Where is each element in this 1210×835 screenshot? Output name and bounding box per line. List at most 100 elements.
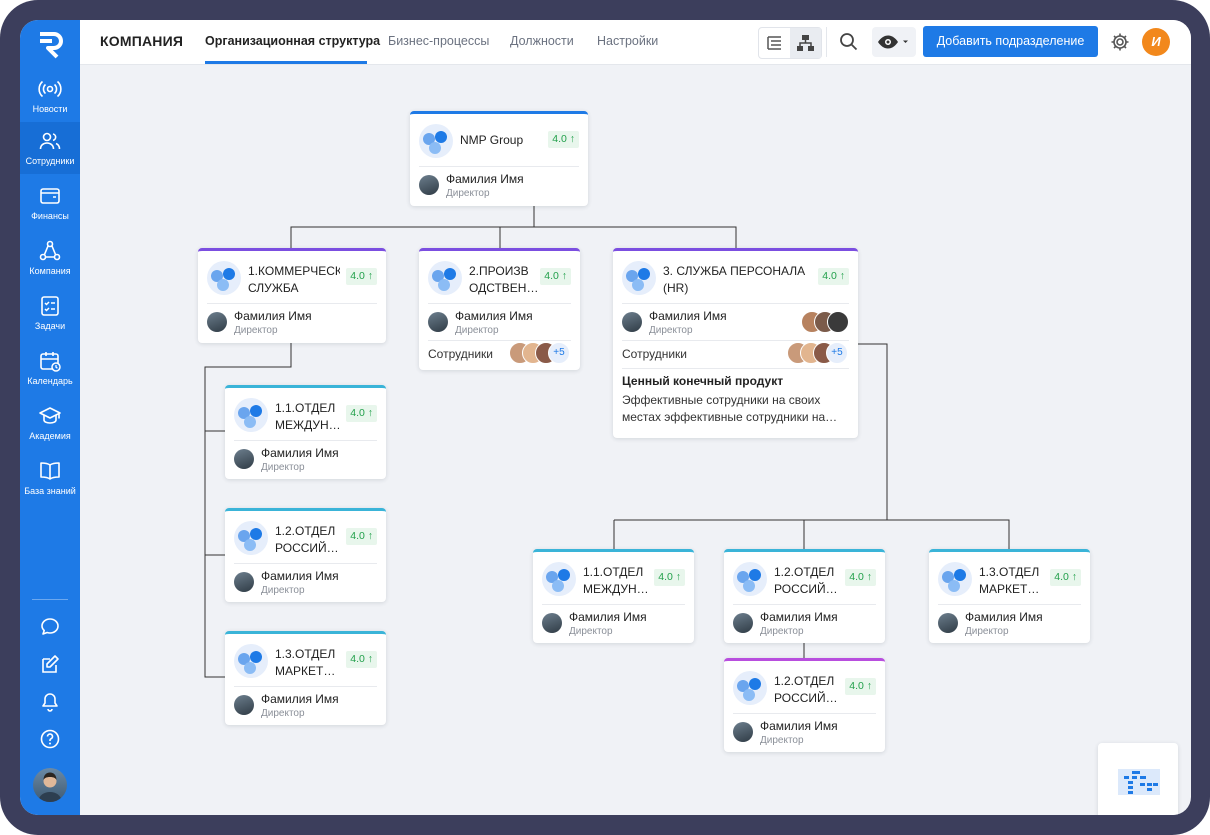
add-department-button[interactable]: Добавить подразделение <box>923 26 1098 57</box>
card-divider <box>419 166 579 167</box>
bell-icon[interactable] <box>39 691 61 713</box>
device-frame: Новости Сотрудники Финансы Компания Зада… <box>0 0 1210 835</box>
gear-icon[interactable] <box>1109 31 1131 53</box>
checklist-icon <box>41 296 59 316</box>
card-header: 1.КОММЕРЧЕСКАЯ СЛУЖБА 4.0 ↑ <box>207 259 377 299</box>
org-card-production[interactable]: 2.ПРОИЗВ ОДСТВЕН… 4.0 ↑ Фамилия Имя Дире… <box>419 248 580 370</box>
director-role: Директор <box>455 325 499 336</box>
visibility-dropdown[interactable] <box>872 27 916 57</box>
director-name: Фамилия Имя <box>965 610 1043 624</box>
rating-badge: 4.0 ↑ <box>818 268 849 285</box>
card-header: 1.2.ОТДЕЛ РОССИЙ… 4.0 ↑ <box>234 519 377 559</box>
org-card-hr-dept-1-3[interactable]: 1.3.ОТДЕЛ МАРКЕТ… 4.0 ↑ Фамилия Имя Дире… <box>929 549 1090 643</box>
director-name: Фамилия Имя <box>446 172 524 186</box>
sidebar-item-employees[interactable]: Сотрудники <box>20 122 80 174</box>
help-icon[interactable] <box>39 728 61 750</box>
sidebar: Новости Сотрудники Финансы Компания Зада… <box>20 20 80 815</box>
org-card-root[interactable]: NMP Group 4.0 ↑ Фамилия Имя Директор <box>410 111 588 206</box>
card-divider <box>622 368 849 369</box>
card-divider <box>733 713 876 714</box>
director-role: Директор <box>234 325 278 336</box>
sidebar-item-tasks[interactable]: Задачи <box>20 287 80 339</box>
director[interactable]: Фамилия Имя Директор <box>234 567 377 601</box>
org-card-hr[interactable]: 3. СЛУЖБА ПЕРСОНАЛА (HR) 4.0 ↑ Фамилия И… <box>613 248 858 438</box>
minimap[interactable] <box>1098 743 1178 815</box>
employees-avatars[interactable]: +5 <box>509 342 571 364</box>
graduation-icon <box>39 407 61 424</box>
director[interactable]: Фамилия Имя Директор <box>419 170 579 204</box>
rating-badge: 4.0 ↑ <box>845 569 876 586</box>
sidebar-item-label: Календарь <box>27 376 73 386</box>
sidebar-item-news[interactable]: Новости <box>20 70 80 122</box>
department-logo-icon <box>234 644 268 678</box>
user-initial-badge[interactable]: И <box>1142 28 1170 56</box>
tree-view-button[interactable] <box>790 28 821 58</box>
tab-org-structure[interactable]: Организационная структура <box>205 34 380 48</box>
director[interactable]: Фамилия Имя Директор <box>733 717 876 751</box>
tab-positions[interactable]: Должности <box>510 34 574 48</box>
sidebar-item-academy[interactable]: Академия <box>20 397 80 449</box>
card-divider <box>938 604 1081 605</box>
radio-icon <box>38 80 62 98</box>
org-card-hr-dept-1-2-sub[interactable]: 1.2.ОТДЕЛ РОССИЙ… 4.0 ↑ Фамилия Имя Дире… <box>724 658 885 752</box>
director[interactable]: Фамилия Имя Директор <box>542 608 685 642</box>
org-card-dept-1-2[interactable]: 1.2.ОТДЕЛ РОССИЙ… 4.0 ↑ Фамилия Имя Дире… <box>225 508 386 602</box>
director-name: Фамилия Имя <box>261 692 339 706</box>
org-card-commercial[interactable]: 1.КОММЕРЧЕСКАЯ СЛУЖБА 4.0 ↑ Фамилия Имя … <box>198 248 386 343</box>
product-description: Эффективные сотрудники на своих местах э… <box>622 393 838 424</box>
director[interactable]: Фамилия Имя Директор <box>733 608 876 642</box>
director[interactable]: Фамилия Имя Директор <box>207 307 377 341</box>
director-name: Фамилия Имя <box>649 309 727 323</box>
director-deputies-avatars[interactable] <box>801 311 849 333</box>
eye-icon <box>878 35 908 49</box>
current-user-avatar[interactable] <box>33 768 67 802</box>
org-card-dept-1-3[interactable]: 1.3.ОТДЕЛ МАРКЕТ… 4.0 ↑ Фамилия Имя Дире… <box>225 631 386 725</box>
card-divider <box>234 686 377 687</box>
department-title: 2.ПРОИЗВ ОДСТВЕН… <box>469 264 537 295</box>
chat-icon[interactable] <box>39 616 61 638</box>
sidebar-item-label: Новости <box>32 104 68 114</box>
department-logo-icon <box>542 562 576 596</box>
list-view-button[interactable] <box>759 28 790 58</box>
card-divider <box>733 604 876 605</box>
edit-icon[interactable] <box>39 653 61 675</box>
director[interactable]: Фамилия Имя Директор <box>428 307 571 341</box>
rating-badge: 4.0 ↑ <box>346 268 377 285</box>
sidebar-item-company[interactable]: Компания <box>20 232 80 284</box>
director[interactable]: Фамилия Имя Директор <box>938 608 1081 642</box>
director-name: Фамилия Имя <box>261 569 339 583</box>
card-header: 1.3.ОТДЕЛ МАРКЕТ… 4.0 ↑ <box>938 560 1081 600</box>
tab-settings[interactable]: Настройки <box>597 34 658 48</box>
director-role: Директор <box>760 626 804 637</box>
card-header: 3. СЛУЖБА ПЕРСОНАЛА (HR) 4.0 ↑ <box>622 259 849 299</box>
org-card-hr-dept-1-2[interactable]: 1.2.ОТДЕЛ РОССИЙ… 4.0 ↑ Фамилия Имя Дире… <box>724 549 885 643</box>
card-header: 1.3.ОТДЕЛ МАРКЕТ… 4.0 ↑ <box>234 642 377 682</box>
org-card-hr-dept-1-1[interactable]: 1.1.ОТДЕЛ МЕЖДУН… 4.0 ↑ Фамилия Имя Дире… <box>533 549 694 643</box>
employees-avatars[interactable]: +5 <box>787 342 849 364</box>
director-avatar <box>733 722 753 742</box>
people-icon <box>39 132 61 150</box>
director[interactable]: Фамилия Имя Директор <box>234 444 377 478</box>
sidebar-item-calendar[interactable]: Календарь <box>20 342 80 394</box>
card-header: NMP Group 4.0 ↑ <box>419 122 579 162</box>
org-chart-canvas: NMP Group 4.0 ↑ Фамилия Имя Директор 1.К… <box>80 65 1191 815</box>
department-logo-icon <box>234 398 268 432</box>
card-divider <box>542 604 685 605</box>
more-employees-count: +5 <box>548 342 570 364</box>
department-logo-icon <box>622 261 656 295</box>
director-role: Директор <box>569 626 613 637</box>
director[interactable]: Фамилия Имя Директор <box>234 690 377 724</box>
search-icon[interactable] <box>838 31 860 53</box>
user-photo-icon <box>38 772 62 802</box>
director[interactable]: Фамилия Имя Директор <box>622 307 849 341</box>
app-brand: КОМПАНИЯ <box>100 33 184 49</box>
toolbar-divider <box>826 27 827 57</box>
department-title: 1.2.ОТДЕЛ РОССИЙ… <box>275 524 339 555</box>
sidebar-item-knowledge-base[interactable]: База знаний <box>20 452 80 504</box>
director-avatar <box>419 175 439 195</box>
sidebar-item-finance[interactable]: Финансы <box>20 177 80 229</box>
tab-business-processes[interactable]: Бизнес-процессы <box>388 34 489 48</box>
product-title: Ценный конечный продукт <box>622 374 784 388</box>
org-card-dept-1-1[interactable]: 1.1.ОТДЕЛ МЕЖДУН… 4.0 ↑ Фамилия Имя Дире… <box>225 385 386 479</box>
card-divider <box>234 563 377 564</box>
